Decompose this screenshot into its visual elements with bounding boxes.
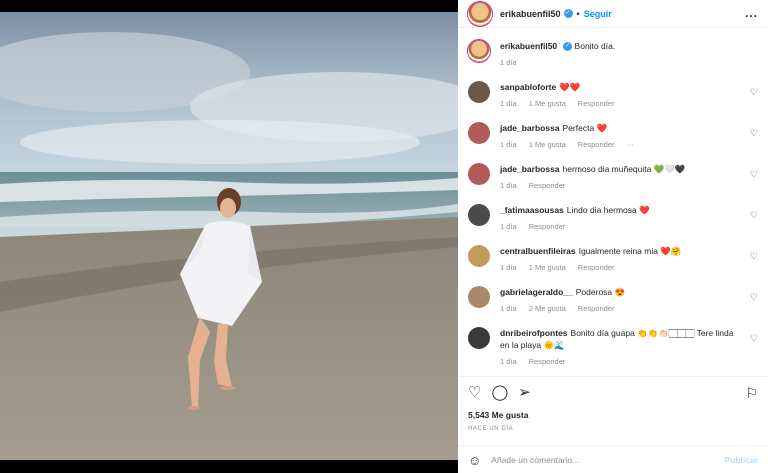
follow-button[interactable]: Seguir: [584, 9, 612, 19]
comment-input[interactable]: [491, 455, 702, 465]
comment-username[interactable]: jade_barbossa: [500, 123, 560, 133]
caption-username[interactable]: erikabuenfil50: [500, 41, 557, 51]
author-avatar[interactable]: [468, 1, 492, 26]
comment-like-heart-icon[interactable]: ♡: [750, 169, 758, 180]
comment-like-heart-icon[interactable]: ♡: [750, 210, 758, 221]
commenter-avatar[interactable]: [468, 327, 490, 349]
comment-time[interactable]: 1 día: [500, 262, 517, 274]
comment-username[interactable]: sanpabloforte: [500, 82, 556, 92]
post-photo[interactable]: [0, 12, 458, 460]
comment-text: Igualmente reina mia ❤️🤗: [578, 246, 682, 256]
comment-text: hermoso dia muñequita 💚🤍🖤: [562, 164, 686, 174]
post-time: HACE UN DÍA: [468, 426, 514, 432]
caption-text: Bonito día.: [574, 41, 616, 51]
comment-time[interactable]: 1 día: [500, 180, 517, 192]
comment-username[interactable]: centralbuenfileiras: [500, 246, 576, 256]
comments-panel: erikabuenfil50 ✓ • Seguir ... erikabuenf…: [458, 0, 768, 473]
comment-username[interactable]: jade_barbossa: [500, 164, 560, 174]
reply-button[interactable]: Responder: [529, 180, 566, 192]
comment-username[interactable]: dnribeirofpontes: [500, 328, 568, 338]
comment-composer: ☺ Publicar: [458, 445, 768, 473]
share-icon[interactable]: ➢: [518, 385, 531, 400]
post-actions: ♡ ◯ ➢ ⚐ 5,543 Me gusta HACE UN DÍA ☺ Pub…: [458, 376, 768, 473]
likes-count[interactable]: 5,543 Me gusta: [468, 410, 528, 420]
reply-button[interactable]: Responder: [578, 303, 615, 315]
commenter-avatar[interactable]: [468, 286, 490, 308]
bookmark-icon[interactable]: ⚐: [745, 385, 758, 402]
reply-button[interactable]: Responder: [578, 139, 615, 151]
comment-like-heart-icon[interactable]: ♡: [750, 333, 758, 344]
comment-username[interactable]: gabrielageraldo__: [500, 287, 573, 297]
comment-like-heart-icon[interactable]: ♡: [750, 292, 758, 303]
commenter-avatar[interactable]: [468, 81, 490, 103]
comment-likes[interactable]: 1 Me gusta: [529, 139, 566, 151]
caption-avatar[interactable]: [468, 40, 490, 62]
reply-button[interactable]: Responder: [529, 221, 566, 233]
beach-photo-image: [0, 12, 458, 460]
comment-time[interactable]: 1 día: [500, 303, 517, 315]
verified-badge-icon: ✓: [563, 42, 573, 52]
comment-icon[interactable]: ◯: [491, 385, 508, 400]
comment-time[interactable]: 1 día: [500, 356, 517, 368]
comment-likes[interactable]: 2 Me gusta: [529, 303, 566, 315]
publish-button[interactable]: Publicar: [724, 455, 758, 465]
comment-text: Perfecta ❤️: [562, 123, 608, 133]
verified-badge-icon: ✓: [563, 9, 573, 18]
comment-text: Poderosa 😍: [575, 287, 626, 297]
comment-time[interactable]: 1 día: [500, 221, 517, 233]
caption-time[interactable]: 1 día: [500, 57, 517, 69]
comment-likes[interactable]: 1 Me gusta: [529, 98, 566, 110]
comment-text: Lindo dia hermosa ❤️: [566, 205, 650, 215]
reply-button[interactable]: Responder: [578, 262, 615, 274]
comment-options-icon[interactable]: ···: [627, 139, 635, 151]
more-options-icon[interactable]: ...: [745, 6, 758, 20]
post-header: erikabuenfil50 ✓ • Seguir ...: [458, 0, 768, 28]
comment-like-heart-icon[interactable]: ♡: [750, 251, 758, 262]
commenter-avatar[interactable]: [468, 245, 490, 267]
heart-outline-icon[interactable]: ♡: [468, 385, 481, 400]
comment-time[interactable]: 1 día: [500, 98, 517, 110]
author-username[interactable]: erikabuenfil50: [500, 9, 561, 19]
separator-dot: •: [576, 8, 580, 19]
commenter-avatar[interactable]: [468, 204, 490, 226]
post-modal: erikabuenfil50 ✓ • Seguir ... erikabuenf…: [0, 0, 768, 473]
comment-likes[interactable]: 1 Me gusta: [529, 262, 566, 274]
comment-text: ❤️❤️: [559, 82, 581, 92]
comment-like-heart-icon[interactable]: ♡: [750, 87, 758, 98]
commenter-avatar[interactable]: [468, 122, 490, 144]
comment-time[interactable]: 1 día: [500, 139, 517, 151]
comment-like-heart-icon[interactable]: ♡: [750, 128, 758, 139]
reply-button[interactable]: Responder: [529, 356, 566, 368]
commenter-avatar[interactable]: [468, 163, 490, 185]
emoji-icon[interactable]: ☺: [468, 453, 481, 468]
reply-button[interactable]: Responder: [578, 98, 615, 110]
comments-list[interactable]: erikabuenfil50 ✓ Bonito día. 1 día sanpab…: [458, 36, 768, 376]
comment-username[interactable]: _fatimaasousas: [500, 205, 564, 215]
